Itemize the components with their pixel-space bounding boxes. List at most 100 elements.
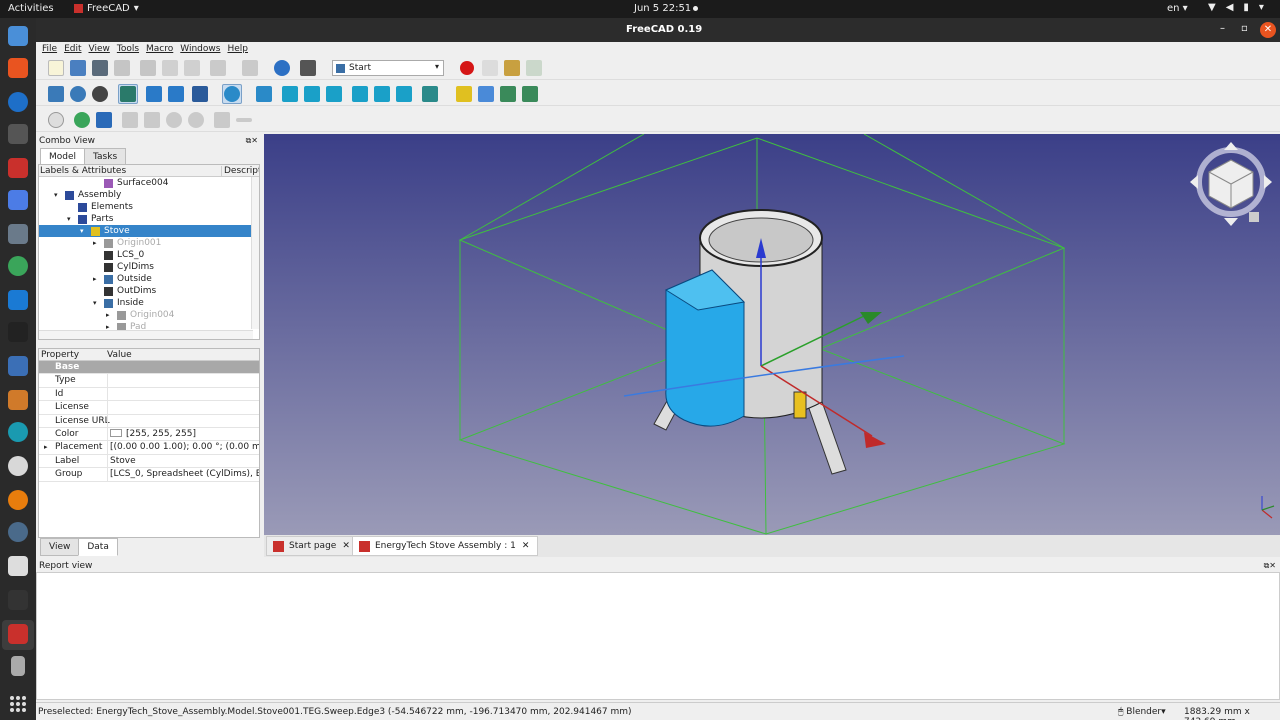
property-row[interactable]: Color [255, 255, 255] xyxy=(39,427,259,442)
tree-item[interactable]: ▾ Inside xyxy=(39,297,259,309)
vscode-icon[interactable] xyxy=(8,290,28,310)
forward-arrow-icon[interactable] xyxy=(168,86,184,102)
navigation-icon[interactable] xyxy=(48,112,64,128)
telescope-icon[interactable] xyxy=(8,124,28,144)
property-group[interactable]: Base xyxy=(39,361,259,375)
menu-edit[interactable]: Edit xyxy=(64,44,81,54)
stop-macro-icon[interactable] xyxy=(482,60,498,76)
chevron-right-icon[interactable]: ▸ xyxy=(93,273,97,285)
usb-drive-icon[interactable] xyxy=(11,656,25,676)
property-row[interactable]: License URL xyxy=(39,414,259,428)
close-tab-icon[interactable]: ✕ xyxy=(522,541,530,551)
tree-header-description[interactable]: Descript xyxy=(221,166,259,176)
property-value[interactable] xyxy=(107,374,259,388)
browser-icon[interactable] xyxy=(8,256,28,276)
text-editor-icon[interactable] xyxy=(8,356,28,376)
files-icon[interactable] xyxy=(8,26,28,46)
undo-icon[interactable] xyxy=(210,60,226,76)
paste-icon[interactable] xyxy=(184,60,200,76)
app-menu[interactable]: FreeCAD ▾ xyxy=(74,3,139,14)
close-tab-icon[interactable]: ✕ xyxy=(342,541,350,551)
chevron-right-icon[interactable]: ▸ xyxy=(44,441,48,454)
tab-start-page[interactable]: Start page ✕ xyxy=(266,536,359,556)
zoom-out-icon[interactable] xyxy=(236,118,252,122)
software-center-icon[interactable] xyxy=(8,58,28,78)
zoom-in-icon[interactable] xyxy=(214,112,230,128)
freecad-icon[interactable] xyxy=(8,158,28,178)
web-next-icon[interactable] xyxy=(144,112,160,128)
freecad-running-icon[interactable] xyxy=(8,624,28,644)
web-stop-icon[interactable] xyxy=(188,112,204,128)
settings-icon[interactable] xyxy=(8,556,28,576)
tree-header-labels[interactable]: Labels & Attributes xyxy=(40,166,126,176)
system-tray[interactable]: ▼ ◀ ▮ ▾ xyxy=(1208,2,1264,13)
redo-icon[interactable] xyxy=(242,60,258,76)
record-macro-icon[interactable] xyxy=(460,61,474,75)
group-icon[interactable] xyxy=(478,86,494,102)
chevron-down-icon[interactable]: ▾ xyxy=(67,213,71,225)
execute-macro-icon[interactable] xyxy=(526,60,542,76)
help-icon[interactable] xyxy=(8,92,28,112)
std-views-icon[interactable] xyxy=(192,86,208,102)
chevron-down-icon[interactable]: ▾ xyxy=(54,189,58,201)
tree-item[interactable]: ▸ Origin001 xyxy=(39,237,259,249)
arduino-icon[interactable] xyxy=(8,422,28,442)
view-right-icon[interactable] xyxy=(304,86,320,102)
web-home-icon[interactable] xyxy=(74,112,90,128)
property-row[interactable]: ▸ Placement [(0.00 0.00 1.00); 0.00 °; (0.… xyxy=(39,441,259,455)
copy-icon[interactable] xyxy=(162,60,178,76)
tab-view[interactable]: View xyxy=(40,538,80,556)
chevron-down-icon[interactable]: ▾ xyxy=(93,297,97,309)
fit-selection-icon[interactable] xyxy=(70,86,86,102)
tree-item[interactable]: Elements xyxy=(39,201,259,213)
view-axo-icon[interactable] xyxy=(396,86,412,102)
property-value[interactable]: Stove xyxy=(107,454,259,468)
view-bottom-icon[interactable] xyxy=(352,86,368,102)
steam-icon[interactable] xyxy=(8,522,28,542)
app-icon[interactable] xyxy=(8,190,28,210)
link-icon[interactable] xyxy=(500,86,516,102)
save-icon[interactable] xyxy=(92,60,108,76)
cut-icon[interactable] xyxy=(140,60,156,76)
view-front-icon[interactable] xyxy=(256,86,272,102)
tree-item[interactable]: ▸ Origin004 xyxy=(39,309,259,321)
whats-this-icon[interactable] xyxy=(300,60,316,76)
chevron-down-icon[interactable]: ▾ xyxy=(80,225,84,237)
menu-tools[interactable]: Tools xyxy=(117,44,139,54)
print-icon[interactable] xyxy=(114,60,130,76)
back-arrow-icon[interactable] xyxy=(146,86,162,102)
slack-icon[interactable] xyxy=(8,456,28,476)
property-row[interactable]: Group [LCS_0, Spreadsheet (CylDims), B... xyxy=(39,468,259,482)
panel-float-close-icons[interactable]: ⧉✕ xyxy=(1264,561,1276,571)
maximize-button[interactable]: ▫ xyxy=(1241,23,1248,34)
show-apps-icon[interactable] xyxy=(10,696,26,712)
workbench-selector[interactable]: Start ▾ xyxy=(332,60,444,76)
forward-arrow-icon[interactable] xyxy=(96,112,112,128)
draw-style-icon[interactable] xyxy=(92,86,108,102)
tree-item[interactable]: CylDims xyxy=(39,261,259,273)
navigation-cube[interactable] xyxy=(1190,142,1272,226)
tree-item[interactable]: ▸ Outside xyxy=(39,273,259,285)
property-row[interactable]: License xyxy=(39,401,259,415)
property-value[interactable] xyxy=(107,414,259,428)
blender-icon[interactable] xyxy=(8,490,28,510)
menu-view[interactable]: View xyxy=(89,44,110,54)
menu-windows[interactable]: Windows xyxy=(180,44,220,54)
property-value[interactable] xyxy=(107,387,259,401)
property-value[interactable]: [LCS_0, Spreadsheet (CylDims), B... xyxy=(107,468,259,482)
tree-item[interactable]: OutDims xyxy=(39,285,259,297)
view-left-icon[interactable] xyxy=(374,86,390,102)
part-icon[interactable] xyxy=(456,86,472,102)
chevron-right-icon[interactable]: ▸ xyxy=(106,309,110,321)
tab-energytech-stove-assembly[interactable]: EnergyTech Stove Assembly : 1 ✕ xyxy=(352,536,539,556)
tree-item[interactable]: ▾ Stove xyxy=(39,225,259,237)
tree-item[interactable]: ▾ Parts xyxy=(39,213,259,225)
minimize-button[interactable]: – xyxy=(1220,23,1225,34)
tree-item[interactable]: LCS_0 xyxy=(39,249,259,261)
property-row[interactable]: Type xyxy=(39,374,259,388)
menu-macro[interactable]: Macro xyxy=(146,44,173,54)
language-indicator[interactable]: en ▾ xyxy=(1167,3,1188,14)
model-tree[interactable]: Labels & Attributes Descript Surface004 ▾… xyxy=(38,164,260,340)
web-back-icon[interactable] xyxy=(122,112,138,128)
new-document-icon[interactable] xyxy=(48,60,64,76)
